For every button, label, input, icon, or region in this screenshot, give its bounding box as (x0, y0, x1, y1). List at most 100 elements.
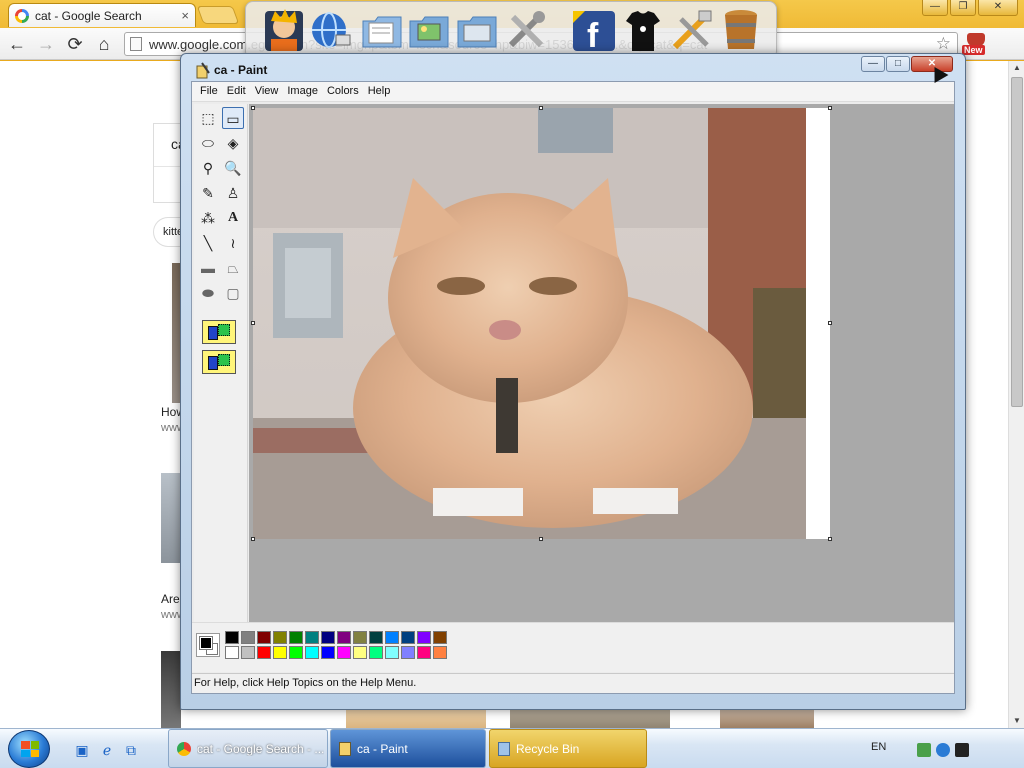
menu-file[interactable]: File (196, 82, 223, 101)
free-form-select-icon[interactable]: ⬚ (197, 107, 219, 129)
forward-button[interactable]: → (35, 33, 57, 55)
globe-tray-icon[interactable] (936, 743, 950, 757)
security-tray-icon[interactable] (955, 743, 969, 757)
color-swatch[interactable] (353, 631, 367, 644)
color-swatch[interactable] (273, 631, 287, 644)
ellipse-icon[interactable]: ⬬ (197, 282, 219, 304)
color-swatch[interactable] (353, 646, 367, 659)
color-swatch[interactable] (433, 631, 447, 644)
color-swatch[interactable] (273, 646, 287, 659)
resize-handle[interactable] (251, 537, 255, 541)
eraser-icon[interactable]: ⬭ (197, 132, 219, 154)
start-button[interactable] (8, 730, 50, 768)
color-swatch[interactable] (433, 646, 447, 659)
paint-canvas[interactable] (251, 106, 832, 541)
menu-help[interactable]: Help (364, 82, 396, 101)
naruto-avatar-icon[interactable] (261, 7, 307, 53)
network-tray-icon[interactable] (917, 743, 931, 757)
documents-folder-icon[interactable] (359, 7, 405, 53)
text-icon[interactable]: A (222, 207, 244, 229)
menu-image[interactable]: Image (283, 82, 323, 101)
airbrush-icon[interactable]: ⁂ (197, 207, 219, 229)
browser-maximize-button[interactable]: ❐ (950, 0, 976, 16)
extension-button[interactable]: New (962, 30, 990, 58)
color-swatch[interactable] (337, 646, 351, 659)
brush-icon[interactable]: ♙ (222, 182, 244, 204)
transparent-selection-option-icon[interactable] (202, 350, 236, 374)
language-indicator[interactable]: EN (871, 741, 886, 753)
resize-handle[interactable] (251, 321, 255, 325)
resize-handle[interactable] (828, 537, 832, 541)
color-swatch[interactable] (417, 631, 431, 644)
tab-cat-google-search[interactable]: cat - Google Search × (8, 3, 196, 27)
color-swatch[interactable] (385, 631, 399, 644)
taskbar-button-chrome[interactable]: cat - Google Search - ... (168, 729, 328, 768)
color-swatch[interactable] (289, 646, 303, 659)
color-swatch[interactable] (401, 631, 415, 644)
taskbar-button-paint[interactable]: ca - Paint (330, 729, 486, 768)
switch-windows-icon[interactable]: ⧉ (122, 741, 140, 759)
scroll-down-arrow-icon[interactable]: ▼ (1009, 714, 1024, 728)
pictures-folder-icon[interactable] (406, 7, 452, 53)
color-swatch[interactable] (337, 631, 351, 644)
paint-minimize-button[interactable]: — (861, 56, 885, 72)
menu-edit[interactable]: Edit (223, 82, 251, 101)
browser-minimize-button[interactable]: — (922, 0, 948, 16)
back-button[interactable]: ← (6, 33, 28, 55)
color-swatch[interactable] (241, 646, 255, 659)
color-swatch[interactable] (225, 646, 239, 659)
resize-handle[interactable] (828, 106, 832, 110)
recycle-bin-barrel-icon[interactable] (718, 7, 764, 53)
taskbar-button-recycle-bin[interactable]: Recycle Bin (489, 729, 647, 768)
menu-colors[interactable]: Colors (323, 82, 364, 101)
rectangle-icon[interactable]: ▬ (197, 257, 219, 279)
reload-button[interactable]: ⟳ (64, 33, 86, 55)
opaque-selection-option-icon[interactable] (202, 320, 236, 344)
color-swatch[interactable] (225, 631, 239, 644)
color-swatch[interactable] (241, 631, 255, 644)
color-swatch[interactable] (257, 631, 271, 644)
color-swatch[interactable] (305, 631, 319, 644)
scroll-thumb[interactable] (1011, 77, 1023, 407)
scroll-up-arrow-icon[interactable]: ▲ (1009, 61, 1024, 75)
bookmark-star-icon[interactable]: ☆ (936, 34, 951, 54)
facebook-icon[interactable]: f (571, 7, 617, 55)
internet-explorer-icon[interactable]: ℯ (98, 741, 116, 759)
polygon-icon[interactable]: ⏢ (222, 257, 244, 279)
result-thumbnail[interactable] (161, 473, 181, 563)
new-tab-button[interactable] (196, 6, 240, 24)
color-swatch[interactable] (417, 646, 431, 659)
show-desktop-icon[interactable]: ▣ (73, 741, 91, 759)
current-colors[interactable] (196, 633, 220, 657)
tshirt-icon[interactable] (620, 7, 666, 53)
color-swatch[interactable] (401, 646, 415, 659)
rect-select-icon[interactable]: ▭ (222, 107, 244, 129)
home-button[interactable]: ⌂ (93, 33, 115, 55)
color-swatch[interactable] (321, 631, 335, 644)
page-scrollbar[interactable]: ▲ ▼ (1008, 61, 1024, 728)
color-swatch[interactable] (385, 646, 399, 659)
color-swatch[interactable] (289, 631, 303, 644)
control-panel-tools-icon[interactable] (503, 7, 549, 53)
network-globe-icon[interactable] (308, 7, 354, 53)
resize-handle[interactable] (828, 321, 832, 325)
paint-maximize-button[interactable]: □ (886, 56, 910, 72)
menu-view[interactable]: View (251, 82, 284, 101)
rounded-rect-icon[interactable]: ▢ (222, 282, 244, 304)
pencil-icon[interactable]: ✎ (197, 182, 219, 204)
tools-folder-icon[interactable] (454, 7, 500, 53)
result-thumbnail[interactable] (161, 651, 181, 728)
color-picker-icon[interactable]: ⚲ (197, 157, 219, 179)
color-swatch[interactable] (257, 646, 271, 659)
magnifier-icon[interactable]: 🔍 (222, 157, 244, 179)
resize-handle[interactable] (251, 106, 255, 110)
resize-handle[interactable] (539, 106, 543, 110)
curve-icon[interactable]: ≀ (222, 232, 244, 254)
resize-handle[interactable] (539, 537, 543, 541)
color-swatch[interactable] (305, 646, 319, 659)
color-swatch[interactable] (369, 646, 383, 659)
color-swatch[interactable] (369, 631, 383, 644)
fill-bucket-icon[interactable]: ◈ (222, 132, 244, 154)
computer-tools-icon[interactable] (669, 7, 715, 53)
browser-close-button[interactable]: ✕ (978, 0, 1018, 16)
